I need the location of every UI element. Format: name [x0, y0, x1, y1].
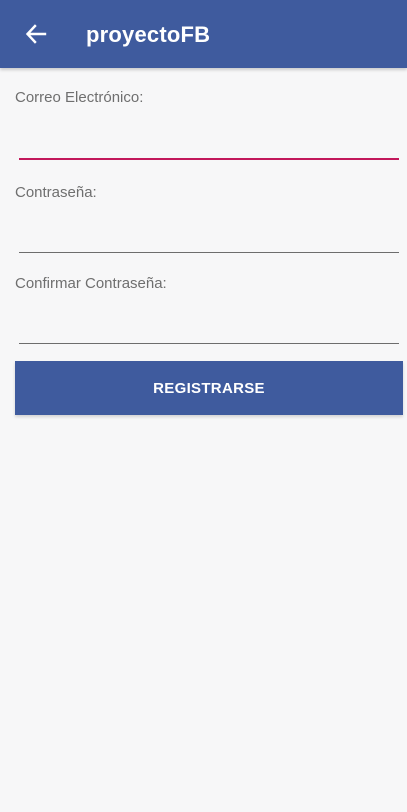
app-bar: proyectoFB — [0, 0, 407, 68]
password-field[interactable] — [19, 218, 399, 253]
email-field[interactable] — [19, 124, 399, 160]
register-button[interactable]: REGISTRARSE — [15, 361, 403, 415]
page-title: proyectoFB — [86, 22, 211, 47]
confirm-password-label: Confirmar Contraseña: — [15, 275, 167, 292]
email-label: Correo Electrónico: — [15, 89, 144, 106]
back-button[interactable] — [18, 16, 54, 52]
arrow-left-icon — [25, 24, 47, 44]
password-label: Contraseña: — [15, 184, 97, 201]
confirm-password-field[interactable] — [19, 309, 399, 344]
